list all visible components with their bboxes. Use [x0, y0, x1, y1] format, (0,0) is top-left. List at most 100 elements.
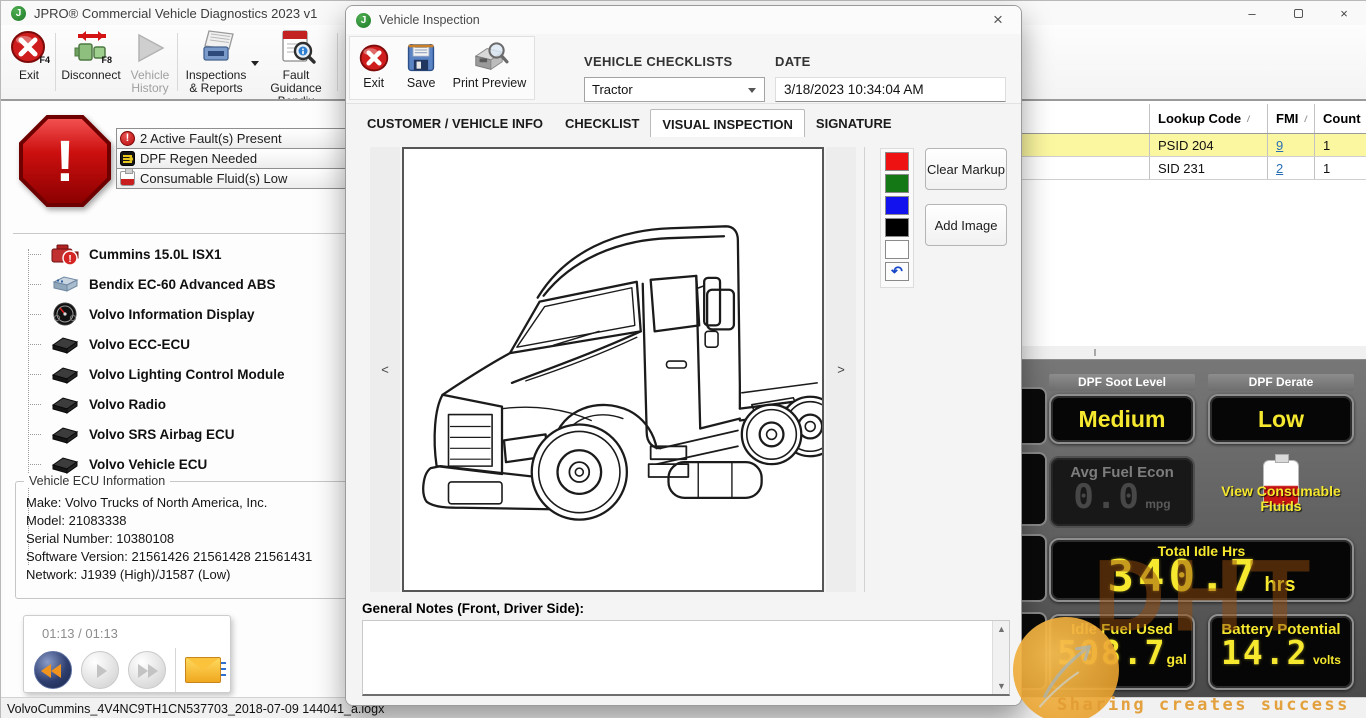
column-count[interactable]: Count [1314, 104, 1366, 133]
dialog-toolbar: Exit Save [346, 34, 1021, 104]
column-fmi[interactable]: FMI/ [1267, 104, 1314, 133]
inspections-dropdown-caret[interactable] [251, 61, 259, 66]
email-button[interactable] [185, 657, 221, 683]
tree-item-abs[interactable]: Bendix EC-60 Advanced ABS [28, 271, 276, 297]
save-icon [405, 41, 437, 75]
print-preview-icon [468, 41, 510, 75]
color-swatch-white[interactable] [885, 240, 909, 259]
fault-row[interactable]: SID 231 2 1 [1022, 157, 1366, 180]
rewind-icon [41, 664, 51, 678]
color-swatch-green[interactable] [885, 174, 909, 193]
dialog-save-button[interactable]: Save [405, 41, 437, 90]
svg-text:!: ! [68, 254, 71, 265]
fault-guidance-button[interactable]: Fault Guidance Bendix [259, 29, 333, 108]
vehicle-checklists-select[interactable]: Tractor [584, 77, 765, 102]
dpf-derate-header: DPF Derate [1208, 374, 1354, 391]
truck-line-drawing [404, 149, 822, 590]
gauge-icon [50, 302, 80, 326]
minimize-button[interactable]: – [1229, 1, 1275, 25]
ecu-network: Network: J1939 (High)/J1587 (Low) [26, 566, 312, 584]
tab-checklist[interactable]: CHECKLIST [554, 112, 650, 137]
inspections-reports-button[interactable]: Inspections & Reports [181, 29, 251, 95]
ecu-icon [50, 452, 80, 476]
alert-active-faults[interactable]: ! 2 Active Fault(s) Present [116, 128, 349, 149]
maximize-button[interactable] [1275, 1, 1321, 25]
email-icon [221, 662, 226, 664]
alert-consumable-fluids[interactable]: Consumable Fluid(s) Low [116, 168, 349, 189]
fluid-bottle-icon [120, 171, 135, 186]
ecu-model: Model: 21083338 [26, 512, 312, 530]
abs-module-icon [50, 272, 80, 296]
alert-dpf-regen[interactable]: DPF Regen Needed [116, 148, 349, 169]
dpf-soot-header: DPF Soot Level [1049, 374, 1195, 391]
print-preview-button[interactable]: Print Preview [453, 41, 527, 90]
maximize-icon [1294, 9, 1303, 18]
dialog-titlebar: J Vehicle Inspection × [346, 6, 1021, 34]
inspection-tabs: CUSTOMER / VEHICLE INFO CHECKLIST VISUAL… [356, 112, 903, 137]
exit-button[interactable]: F4 Exit [7, 29, 51, 82]
disconnect-button[interactable]: F8 Disconnect [59, 29, 123, 82]
date-field[interactable]: 3/18/2023 10:34:04 AM [775, 77, 1006, 102]
fast-forward-button[interactable] [128, 651, 166, 689]
dialog-close-button[interactable]: × [987, 10, 1009, 30]
tab-customer-vehicle-info[interactable]: CUSTOMER / VEHICLE INFO [356, 112, 554, 137]
jpro-logo-icon: J [11, 6, 26, 21]
play-button[interactable] [81, 651, 119, 689]
dialog-exit-button[interactable]: Exit [358, 41, 390, 90]
exit-icon: F4 [10, 29, 48, 67]
tree-item-info-display[interactable]: Volvo Information Display [28, 301, 255, 327]
tab-signature[interactable]: SIGNATURE [805, 112, 903, 137]
vehicle-history-button[interactable]: Vehicle History [125, 29, 175, 95]
sort-icon: / [1304, 114, 1307, 124]
vehicle-history-icon [131, 29, 169, 67]
vehicle-inspection-dialog: J Vehicle Inspection × Exit [345, 5, 1022, 706]
tree-item-radio[interactable]: Volvo Radio [28, 391, 166, 417]
tab-visual-inspection[interactable]: VISUAL INSPECTION [650, 109, 805, 137]
dpf-derate-gauge: Low [1208, 394, 1354, 444]
scroll-down-icon[interactable]: ▼ [997, 681, 1006, 691]
dialog-title: Vehicle Inspection [379, 13, 480, 27]
tree-item-lighting[interactable]: Volvo Lighting Control Module [28, 361, 284, 387]
general-notes-textarea[interactable]: ▲ ▼ [362, 620, 1010, 696]
color-swatch-blue[interactable] [885, 196, 909, 215]
add-image-button[interactable]: Add Image [925, 204, 1007, 246]
color-swatch-black[interactable] [885, 218, 909, 237]
log-file-name: VolvoCummins_4V4NC9TH1CN537703_2018-07-0… [7, 702, 384, 716]
inspections-reports-icon [197, 29, 235, 67]
rewind-button[interactable] [34, 651, 72, 689]
panel-splitter[interactable] [1022, 346, 1366, 359]
fault-warning-icon: ! [120, 131, 135, 146]
vehicle-checklists-label: VEHICLE CHECKLISTS [584, 54, 732, 69]
play-icon [97, 664, 107, 678]
close-button[interactable]: × [1321, 1, 1366, 25]
tree-item-srs-airbag[interactable]: Volvo SRS Airbag ECU [28, 421, 235, 447]
notes-scrollbar[interactable]: ▲ ▼ [992, 621, 1009, 694]
fault-row[interactable]: PSID 204 9 1 [1022, 134, 1366, 157]
vehicle-diagram[interactable] [402, 147, 824, 592]
active-fault-stop-icon: ! [19, 115, 111, 207]
sort-icon: / [1247, 114, 1250, 124]
fmi-link[interactable]: 9 [1276, 138, 1283, 153]
fast-forward-icon [138, 664, 148, 678]
ecu-software: Software Version: 21561426 21561428 2156… [26, 548, 312, 566]
clear-markup-button[interactable]: Clear Markup [925, 148, 1007, 190]
previous-image-button[interactable]: < [370, 147, 400, 592]
color-swatch-red[interactable] [885, 152, 909, 171]
ecu-icon [50, 392, 80, 416]
markup-color-palette: ↶ [880, 148, 914, 288]
ecu-make: Make: Volvo Trucks of North America, Inc… [26, 494, 312, 512]
view-consumable-fluids-button[interactable]: View Consumable Fluids [1208, 460, 1354, 514]
date-label: DATE [775, 54, 811, 69]
next-image-button[interactable]: > [826, 147, 856, 592]
tree-item-engine[interactable]: ! Cummins 15.0L ISX1 [28, 241, 222, 267]
tree-item-ecc-ecu[interactable]: Volvo ECC-ECU [28, 331, 190, 357]
app-root: J JPRO® Commercial Vehicle Diagnostics 2… [0, 0, 1366, 718]
engine-warning-icon: ! [50, 242, 80, 266]
chevron-down-icon [748, 88, 756, 93]
scroll-up-icon[interactable]: ▲ [997, 624, 1006, 634]
ecu-serial: Serial Number: 10380108 [26, 530, 312, 548]
undo-markup-button[interactable]: ↶ [885, 262, 909, 281]
fmi-link[interactable]: 2 [1276, 161, 1283, 176]
avg-fuel-econ-gauge: Avg Fuel Econ 0.0 mpg [1049, 456, 1195, 528]
column-lookup-code[interactable]: Lookup Code/ [1149, 104, 1267, 133]
